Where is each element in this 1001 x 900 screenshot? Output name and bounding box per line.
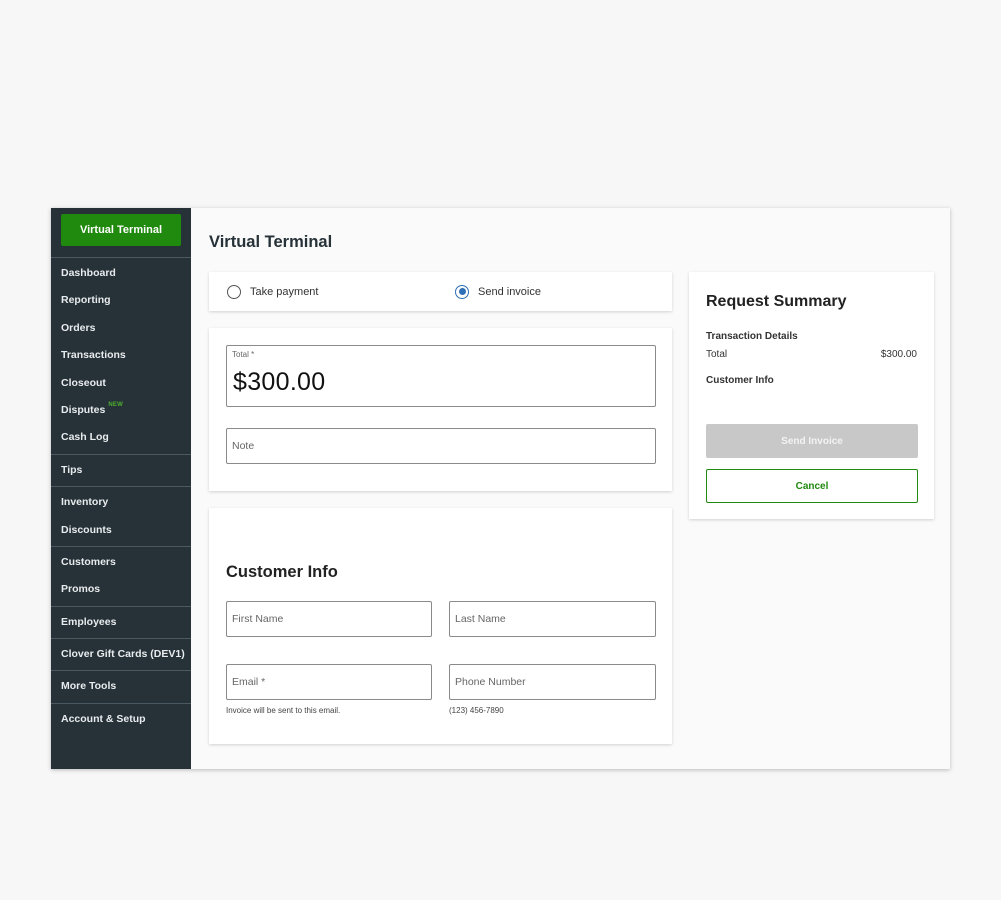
- page-title: Virtual Terminal: [209, 233, 333, 251]
- sidebar-item-label: Discounts: [61, 523, 112, 536]
- sidebar-item-promos[interactable]: Promos: [51, 576, 191, 603]
- main-content: Virtual Terminal Take payment Send invoi…: [191, 208, 950, 769]
- sidebar-nav: Dashboard Reporting Orders Transactions Clos…: [51, 258, 191, 735]
- cancel-button[interactable]: Cancel: [706, 469, 918, 503]
- summary-total-value: $300.00: [880, 349, 917, 360]
- app-window: Virtual Terminal Dashboard Reporting Order…: [51, 208, 950, 769]
- sidebar-group: Clover Gift Cards (DEV1): [51, 639, 191, 672]
- sidebar-item-label: Disputes: [61, 403, 106, 416]
- sidebar-item-discounts[interactable]: Discounts: [51, 517, 191, 544]
- sidebar-item-tips[interactable]: Tips: [51, 457, 191, 484]
- sidebar-item-dashboard[interactable]: Dashboard: [51, 260, 191, 287]
- take-payment-radio[interactable]: Take payment: [227, 272, 318, 311]
- sidebar-item-label: Inventory: [61, 496, 109, 509]
- summary-total-row: Total $300.00: [706, 349, 917, 360]
- sidebar-item-clover-gift-cards-dev1[interactable]: Clover Gift Cards (DEV1): [51, 641, 191, 668]
- note-placeholder: Note: [232, 440, 255, 452]
- customer-info-card: Customer Info First Name Last Name Email…: [209, 508, 672, 744]
- sidebar-item-customers[interactable]: Customers: [51, 549, 191, 576]
- sidebar-item-label: Orders: [61, 321, 96, 334]
- request-summary-card: Request Summary Transaction Details Tota…: [689, 272, 934, 519]
- note-input[interactable]: Note: [226, 428, 656, 464]
- last-name-input[interactable]: Last Name: [449, 601, 656, 637]
- sidebar-item-label: Customers: [61, 555, 116, 568]
- mode-selector-card: Take payment Send invoice: [209, 272, 672, 311]
- sidebar-item-label: Reporting: [61, 294, 111, 307]
- sidebar-item-orders[interactable]: Orders: [51, 315, 191, 342]
- new-badge: NEW: [108, 401, 123, 408]
- sidebar-item-label: Employees: [61, 615, 117, 628]
- sidebar-item-label: Closeout: [61, 376, 106, 389]
- total-input[interactable]: Total * $300.00: [226, 345, 656, 407]
- sidebar-item-label: Clover Gift Cards (DEV1): [61, 648, 185, 661]
- sidebar-item-disputes[interactable]: Disputes NEW: [51, 397, 191, 424]
- sidebar: Virtual Terminal Dashboard Reporting Order…: [51, 208, 191, 769]
- sidebar-group: Account & Setup: [51, 704, 191, 735]
- sidebar-group: More Tools: [51, 671, 191, 704]
- first-name-input[interactable]: First Name: [226, 601, 432, 637]
- radio-checked-icon: [455, 284, 469, 299]
- sidebar-group: Dashboard Reporting Orders Transactions Clos…: [51, 258, 191, 455]
- sidebar-item-account-setup[interactable]: Account & Setup: [51, 706, 191, 733]
- sidebar-group: Customers Promos: [51, 547, 191, 607]
- transaction-details-label: Transaction Details: [706, 331, 798, 342]
- sidebar-group: Employees: [51, 607, 191, 640]
- sidebar-item-label: Transactions: [61, 349, 126, 362]
- sidebar-item-label: More Tools: [61, 680, 117, 693]
- sidebar-item-cash-log[interactable]: Cash Log: [51, 424, 191, 451]
- sidebar-item-more-tools[interactable]: More Tools: [51, 673, 191, 700]
- email-input[interactable]: Email *: [226, 664, 432, 700]
- sidebar-item-label: Cash Log: [61, 431, 109, 444]
- sidebar-item-label: Tips: [61, 463, 83, 476]
- sidebar-item-inventory[interactable]: Inventory: [51, 489, 191, 516]
- email-placeholder: Email *: [232, 676, 266, 688]
- summary-total-label: Total: [706, 349, 728, 360]
- sidebar-item-transactions[interactable]: Transactions: [51, 342, 191, 369]
- phone-placeholder: Phone Number: [455, 676, 526, 688]
- email-hint: Invoice will be sent to this email.: [226, 706, 341, 715]
- phone-hint: (123) 456-7890: [449, 706, 504, 715]
- total-label: Total *: [232, 350, 255, 359]
- sidebar-item-label: Account & Setup: [61, 712, 146, 725]
- request-summary-title: Request Summary: [706, 293, 847, 310]
- radio-unchecked-icon: [227, 284, 241, 299]
- summary-customer-info-label: Customer Info: [706, 375, 774, 386]
- total-value: $300.00: [233, 368, 326, 396]
- first-name-placeholder: First Name: [232, 613, 284, 625]
- customer-info-title: Customer Info: [226, 563, 338, 581]
- sidebar-item-employees[interactable]: Employees: [51, 609, 191, 636]
- take-payment-label: Take payment: [250, 285, 319, 298]
- virtual-terminal-button[interactable]: Virtual Terminal: [61, 214, 181, 246]
- sidebar-item-closeout[interactable]: Closeout: [51, 370, 191, 397]
- sidebar-item-label: Dashboard: [61, 267, 116, 279]
- sidebar-group: Inventory Discounts: [51, 487, 191, 547]
- send-invoice-radio[interactable]: Send invoice: [455, 272, 541, 311]
- sidebar-item-reporting[interactable]: Reporting: [51, 287, 191, 314]
- amount-card: Total * $300.00 Note: [209, 328, 672, 491]
- sidebar-item-label: Promos: [61, 583, 101, 596]
- send-invoice-button[interactable]: Send Invoice: [706, 424, 918, 458]
- last-name-placeholder: Last Name: [455, 613, 506, 625]
- phone-input[interactable]: Phone Number: [449, 664, 656, 700]
- send-invoice-label: Send invoice: [478, 285, 541, 298]
- sidebar-group: Tips: [51, 455, 191, 488]
